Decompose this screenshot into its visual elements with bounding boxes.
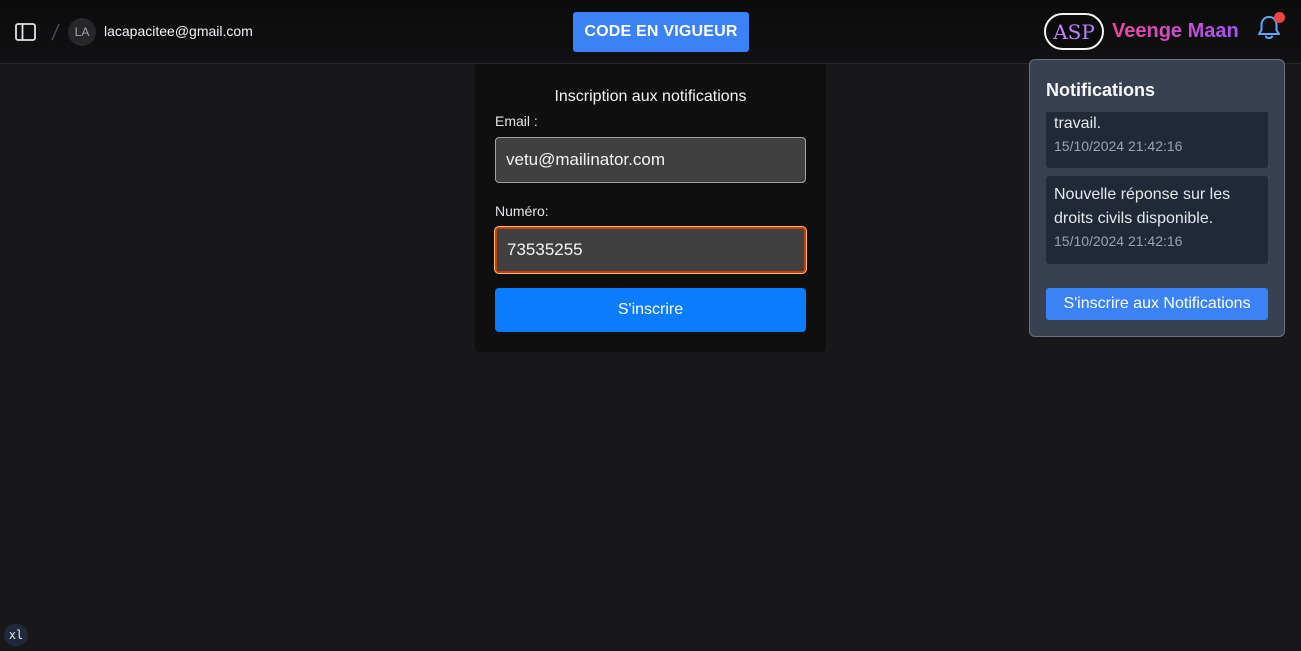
notification-text: Nouvelle réponse sur les droits civils d… <box>1054 186 1231 227</box>
breakpoint-badge: xl <box>4 624 28 646</box>
notification-item[interactable]: Nouvelle réponse sur les droits civils d… <box>1046 176 1268 264</box>
brand-name: Veenge Maan <box>1112 20 1239 42</box>
notifications-panel: Notifications travail. 15/10/2024 21:42:… <box>1029 59 1285 337</box>
phone-field[interactable] <box>495 227 806 273</box>
phone-label: Numéro: <box>495 203 549 219</box>
subscribe-button[interactable]: S'inscrire <box>495 288 806 332</box>
logo[interactable]: ASP <box>1044 13 1104 50</box>
notification-time: 15/10/2024 21:42:16 <box>1054 233 1183 249</box>
notification-time: 15/10/2024 21:42:16 <box>1054 138 1183 154</box>
notification-text: travail. <box>1054 115 1102 132</box>
subscription-form: Inscription aux notifications Email : Nu… <box>475 64 826 352</box>
avatar[interactable]: LA <box>68 18 96 46</box>
breadcrumb-separator <box>49 20 61 44</box>
user-email: lacapacitee@gmail.com <box>104 23 253 39</box>
code-en-vigueur-button[interactable]: CODE EN VIGUEUR <box>573 12 749 52</box>
subscribe-notifications-button[interactable]: S'inscrire aux Notifications <box>1046 288 1268 320</box>
notification-item[interactable]: travail. 15/10/2024 21:42:16 <box>1046 112 1268 168</box>
notification-dot <box>1274 12 1285 23</box>
notifications-title: Notifications <box>1046 80 1156 100</box>
notifications-list[interactable]: travail. 15/10/2024 21:42:16 Nouvelle ré… <box>1046 112 1268 272</box>
email-label: Email : <box>495 113 538 129</box>
form-title: Inscription aux notifications <box>554 88 747 105</box>
sidebar-toggle-icon[interactable] <box>14 21 38 43</box>
email-field[interactable] <box>495 137 806 183</box>
top-bar: LA lacapacitee@gmail.com CODE EN VIGUEUR… <box>0 0 1301 64</box>
